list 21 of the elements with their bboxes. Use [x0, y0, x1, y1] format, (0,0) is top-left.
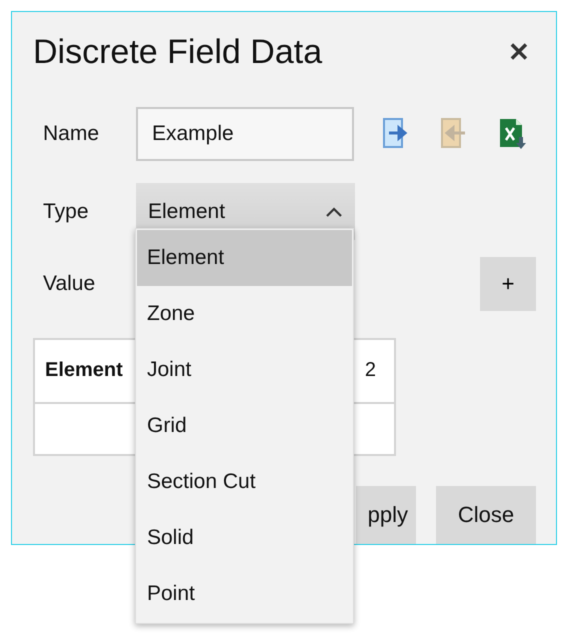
caret-icon [325, 206, 343, 218]
dropdown-option[interactable]: Solid [137, 510, 352, 566]
dropdown-option[interactable]: Joint [137, 342, 352, 398]
dropdown-option[interactable]: Section Cut [137, 454, 352, 510]
close-button[interactable]: Close [436, 486, 536, 544]
type-label: Type [42, 200, 90, 224]
spreadsheet-download-icon[interactable] [498, 117, 528, 152]
column-header: Element [44, 359, 123, 382]
name-label: Name [42, 122, 100, 146]
name-field[interactable]: Example [136, 107, 354, 162]
value-label: Value [42, 272, 96, 296]
dropdown-option[interactable]: Point [137, 566, 352, 622]
close-button[interactable]: ✕ [502, 37, 536, 68]
add-button[interactable]: + [480, 257, 536, 312]
dropdown-option[interactable]: Element [137, 230, 352, 286]
dropdown-option[interactable]: Zone [137, 286, 352, 342]
column-header: 2 [364, 359, 377, 382]
window-title: Discrete Field Data [33, 33, 322, 72]
arrow-into-page-icon[interactable] [382, 117, 410, 150]
apply-button[interactable]: pply [356, 486, 416, 544]
dropdown-option[interactable]: Grid [137, 398, 352, 454]
